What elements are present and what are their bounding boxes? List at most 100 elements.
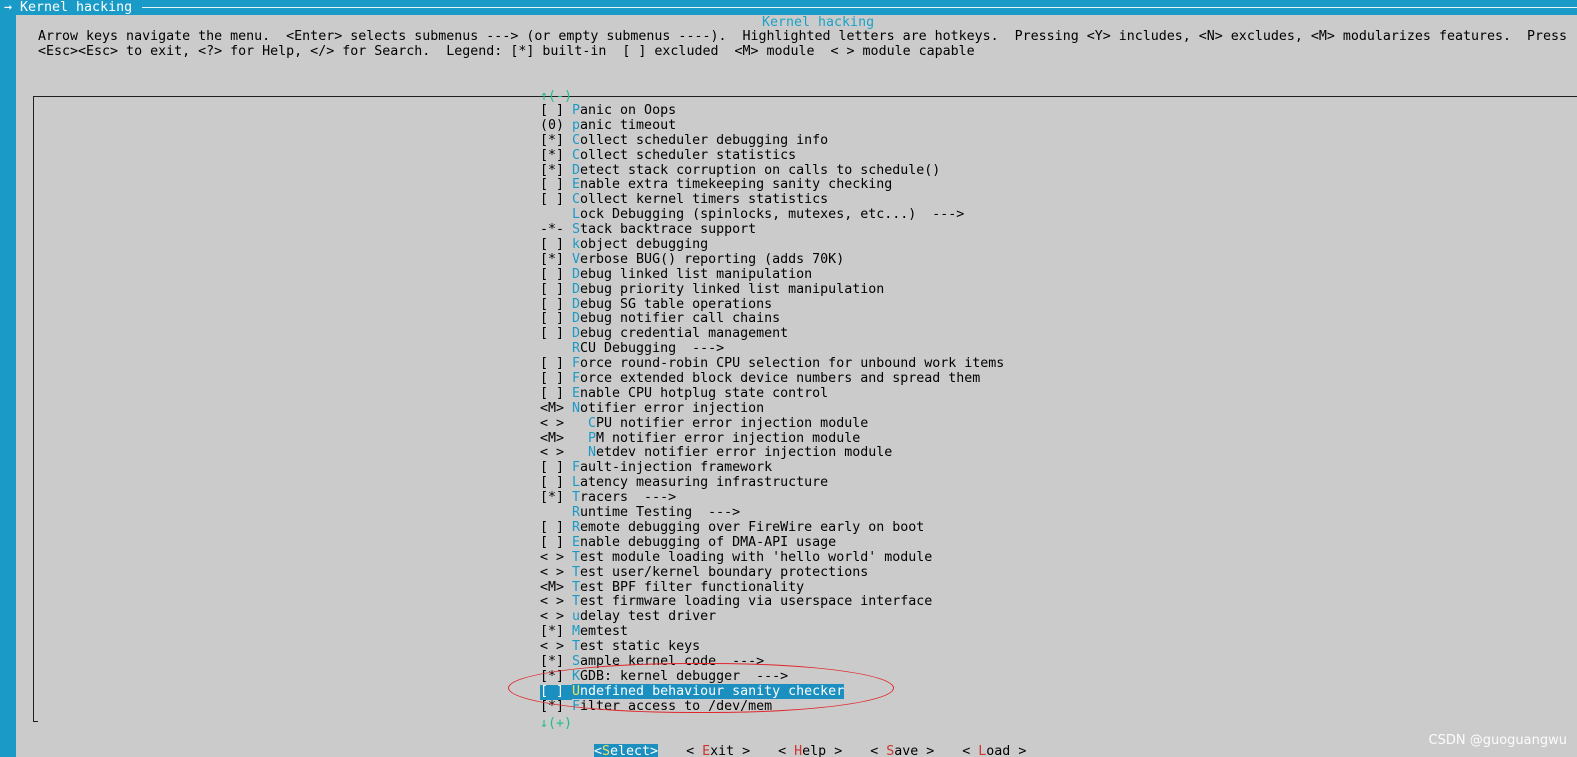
menu-item-label: Test user/kernel boundary protections bbox=[572, 565, 868, 580]
menu-item-label: Fault-injection framework bbox=[572, 460, 772, 475]
dialog-button[interactable]: < Load > bbox=[962, 744, 1026, 757]
menu-item[interactable]: [ ] Debug notifier call chains bbox=[540, 312, 1004, 327]
menu-item[interactable]: [ ] Enable extra timekeeping sanity check… bbox=[540, 178, 1004, 193]
menu-item[interactable]: < > Test static keys bbox=[540, 639, 1004, 655]
menu-item-text: emtest bbox=[580, 624, 629, 640]
menu-item-state[interactable]: [*] bbox=[540, 148, 572, 164]
menu-item-state[interactable]: [*] bbox=[540, 133, 572, 149]
menu-box: ↑(-) [ ] Panic on Oops (0) panic timeout [*]… bbox=[33, 89, 1577, 731]
menu-item-state[interactable]: < > bbox=[540, 594, 572, 610]
menu-item-state[interactable]: [ ] bbox=[540, 237, 572, 253]
menu-item[interactable]: [ ] Debug linked list manipulation bbox=[540, 267, 1004, 283]
menu-item-state[interactable]: [ ] bbox=[540, 326, 572, 342]
menu-item[interactable]: [ ] Enable debugging of DMA-API usage bbox=[540, 535, 1004, 551]
menu-item-state[interactable]: < > bbox=[540, 565, 572, 581]
menu-item[interactable]: < > Netdev notifier error injection modu… bbox=[540, 446, 1004, 461]
menu-item-state[interactable]: [ ] bbox=[540, 520, 572, 536]
menu-item[interactable]: [*] KGDB: kernel debugger ---> bbox=[540, 669, 1004, 685]
menu-item[interactable]: [*] Detect stack corruption on calls to s… bbox=[540, 163, 1004, 179]
menu-item[interactable]: [ ] Remote debugging over FireWire early … bbox=[540, 520, 1004, 536]
menu-item-state[interactable]: <M> bbox=[540, 580, 572, 596]
menu-item-text: ollect kernel timers statistics bbox=[580, 192, 829, 208]
menu-item[interactable]: < > Test module loading with 'hello world… bbox=[540, 550, 1004, 566]
menu-item-state[interactable]: [*] bbox=[540, 669, 572, 685]
menu-item[interactable]: [ ] Collect kernel timers statistics bbox=[540, 192, 1004, 208]
menu-item-state[interactable]: <M> bbox=[540, 431, 572, 447]
menu-item-label: Test module loading with 'hello world' m… bbox=[572, 550, 932, 565]
menu-item[interactable]: <M> Notifier error injection bbox=[540, 401, 1004, 417]
menu-item[interactable]: [ ] Force round-robin CPU selection for u… bbox=[540, 356, 1004, 372]
menu-item-state[interactable]: [*] bbox=[540, 654, 572, 670]
menu-item-state[interactable]: [*] bbox=[540, 699, 572, 715]
menu-item-state[interactable]: [*] bbox=[540, 252, 572, 268]
menu-item[interactable]: [*] Verbose BUG() reporting (adds 70K) bbox=[540, 252, 1004, 268]
menu-item[interactable]: -*- Stack backtrace support bbox=[540, 222, 1004, 238]
menu-item-label: KGDB: kernel debugger ---> bbox=[572, 669, 788, 684]
menu-item-state[interactable]: [ ] bbox=[540, 103, 572, 119]
menu-item-state[interactable]: [ ] bbox=[540, 282, 572, 298]
menu-item-label: Debug notifier call chains bbox=[572, 311, 780, 327]
menu-item[interactable]: RCU Debugging ---> bbox=[540, 341, 1004, 357]
menu-item-label: Collect scheduler debugging info bbox=[572, 133, 828, 148]
menu-item-state[interactable]: (0) bbox=[540, 118, 572, 134]
menu-item-state[interactable]: < > bbox=[540, 550, 572, 566]
menu-item-label: kobject debugging bbox=[572, 237, 708, 252]
menu-item-state[interactable]: < > bbox=[540, 416, 572, 432]
menu-item[interactable]: Runtime Testing ---> bbox=[540, 505, 1004, 521]
menu-item-state[interactable]: [*] bbox=[540, 624, 572, 640]
menu-item[interactable]: [ ] Enable CPU hotplug state control bbox=[540, 386, 1004, 402]
menu-item[interactable]: <M> PM notifier error injection module bbox=[540, 431, 1004, 447]
menu-item[interactable]: [ ] Debug credential management bbox=[540, 326, 1004, 342]
menu-item-state[interactable]: < > bbox=[540, 446, 572, 461]
menu-item[interactable]: < > Test user/kernel boundary protections bbox=[540, 565, 1004, 581]
menu-item-state[interactable]: [ ] bbox=[540, 460, 572, 476]
menu-item-state[interactable]: [ ] bbox=[540, 356, 572, 372]
menu-item[interactable]: [ ] Force extended block device numbers a… bbox=[540, 371, 1004, 387]
menu-item-state[interactable]: [ ] bbox=[540, 371, 572, 387]
menu-item-state[interactable]: [ ] bbox=[540, 267, 572, 283]
menu-item[interactable]: < > CPU notifier error injection module bbox=[540, 416, 1004, 432]
menu-item[interactable]: [*] Memtest bbox=[540, 624, 1004, 640]
menu-item[interactable]: [*] Collect scheduler statistics bbox=[540, 148, 1004, 164]
menu-item[interactable]: (0) panic timeout bbox=[540, 118, 1004, 134]
menu-item-state[interactable]: [ ] bbox=[540, 192, 572, 208]
menu-item-text: est user/kernel boundary protections bbox=[580, 564, 869, 580]
dialog-button[interactable]: <Select> bbox=[594, 744, 659, 757]
menu-item[interactable]: [*] Sample kernel code ---> bbox=[540, 654, 1004, 670]
scroll-down-indicator[interactable]: ↓(+) bbox=[540, 716, 572, 731]
menu-item[interactable]: < > udelay test driver bbox=[540, 609, 1004, 625]
menu-item[interactable]: [*] Filter access to /dev/mem bbox=[540, 699, 1004, 715]
menu-item[interactable]: [*] Collect scheduler debugging info bbox=[540, 133, 1004, 149]
menu-item-state[interactable]: [ ] bbox=[540, 178, 572, 193]
menu-item[interactable]: <M> Test BPF filter functionality bbox=[540, 580, 1004, 596]
menu-item-state[interactable]: < > bbox=[540, 609, 572, 625]
menu-item-state[interactable]: [*] bbox=[540, 490, 572, 506]
menu-item[interactable]: [ ] kobject debugging bbox=[540, 237, 1004, 253]
menu-item-state[interactable]: < > bbox=[540, 639, 572, 655]
scroll-up-indicator[interactable]: ↑(-) bbox=[540, 89, 572, 104]
menu-item-state[interactable]: [ ] bbox=[540, 312, 572, 327]
menu-item-state[interactable]: [ ] bbox=[540, 475, 572, 491]
menu-item-state[interactable]: [ ] bbox=[540, 684, 572, 700]
menu-item[interactable]: [*] Tracers ---> bbox=[540, 490, 1004, 506]
menu-item[interactable]: [ ] Debug priority linked list manipulati… bbox=[540, 281, 1004, 298]
menu-item-state[interactable]: -*- bbox=[540, 222, 572, 238]
menu-item[interactable]: < > Test firmware loading via userspace i… bbox=[540, 594, 1004, 610]
menu-item[interactable]: [ ] Debug SG table operations bbox=[540, 296, 1004, 313]
dialog-button[interactable]: < Exit > bbox=[686, 744, 750, 757]
menu-item-state[interactable]: [ ] bbox=[540, 386, 572, 402]
menu-item-state[interactable]: [ ] bbox=[540, 535, 572, 551]
menu-item-text: ebug priority linked list manipulation bbox=[580, 281, 885, 297]
dialog-button[interactable]: < Save > bbox=[870, 744, 934, 757]
menu-item[interactable]: [ ] Latency measuring infrastructure bbox=[540, 475, 1004, 491]
dialog-button[interactable]: < Help > bbox=[778, 744, 842, 757]
menu-item-text: etdev notifier error injection module bbox=[596, 445, 893, 461]
menu-item-state[interactable]: <M> bbox=[540, 401, 572, 417]
menu-item-state[interactable]: [ ] bbox=[540, 297, 572, 313]
menu-item[interactable]: [ ] Undefined behaviour sanity checker bbox=[540, 683, 1004, 700]
menu-item[interactable]: [ ] Panic on Oops bbox=[540, 103, 1004, 119]
menu-item[interactable]: [ ] Fault-injection framework bbox=[540, 460, 1004, 476]
menu-item-hotkey: D bbox=[572, 296, 581, 312]
menu-item[interactable]: Lock Debugging (spinlocks, mutexes, etc.… bbox=[540, 207, 1004, 223]
menu-item-state[interactable]: [*] bbox=[540, 163, 572, 179]
